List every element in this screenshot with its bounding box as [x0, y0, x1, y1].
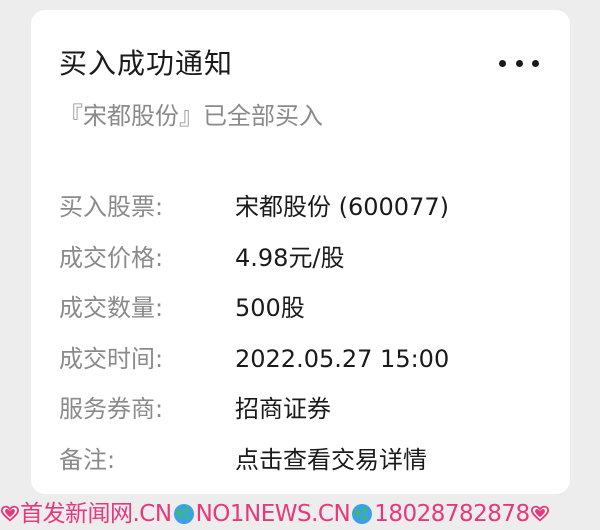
globe-icon: [352, 504, 373, 524]
more-dot: [515, 59, 523, 67]
more-dot: [532, 59, 539, 67]
heart-icon: [530, 505, 549, 522]
card-subtitle: 『宋都股份』已全部买入: [59, 102, 323, 130]
watermark-site-cn: 首发新闻网.CN: [20, 501, 172, 527]
detail-list: 买入股票: 宋都股份 (600077) 成交价格: 4.98元/股 成交数量: …: [59, 182, 549, 485]
detail-label: 成交价格:: [59, 243, 164, 272]
more-options-icon[interactable]: [499, 54, 539, 72]
watermark-phone: 18028782878: [374, 501, 530, 527]
detail-value: 2022.05.27 15:00: [235, 344, 450, 373]
detail-row-price: 成交价格: 4.98元/股: [59, 233, 549, 284]
detail-row-broker: 服务券商: 招商证券: [59, 384, 549, 435]
watermark-site-en: NO1NEWS.CN: [195, 501, 351, 527]
detail-value: 500股: [235, 294, 305, 323]
detail-label: 成交数量:: [59, 294, 164, 323]
detail-label: 备注:: [59, 445, 116, 474]
watermark-banner: 首发新闻网.CN NO1NEWS.CN 18028782878: [0, 498, 600, 530]
detail-value: 4.98元/股: [235, 243, 345, 272]
detail-label: 成交时间:: [59, 344, 164, 373]
detail-value: 宋都股份 (600077): [235, 193, 449, 222]
more-dot: [499, 59, 506, 67]
detail-label: 买入股票:: [59, 193, 164, 222]
notification-screen: 买入成功通知 『宋都股份』已全部买入 买入股票: 宋都股份 (600077) 成…: [0, 0, 600, 530]
detail-row-note: 备注: 点击查看交易详情: [59, 435, 549, 486]
globe-icon: [173, 504, 194, 524]
card-title: 买入成功通知: [59, 47, 234, 80]
view-trade-details-link[interactable]: 点击查看交易详情: [235, 444, 427, 476]
heart-icon: [1, 505, 19, 522]
detail-row-stock: 买入股票: 宋都股份 (600077): [59, 182, 549, 233]
detail-row-time: 成交时间: 2022.05.27 15:00: [59, 334, 549, 385]
detail-row-quantity: 成交数量: 500股: [59, 283, 549, 334]
detail-label: 服务券商:: [59, 395, 164, 424]
notification-card[interactable]: 买入成功通知 『宋都股份』已全部买入 买入股票: 宋都股份 (600077) 成…: [31, 10, 570, 494]
detail-value: 招商证券: [235, 395, 331, 424]
